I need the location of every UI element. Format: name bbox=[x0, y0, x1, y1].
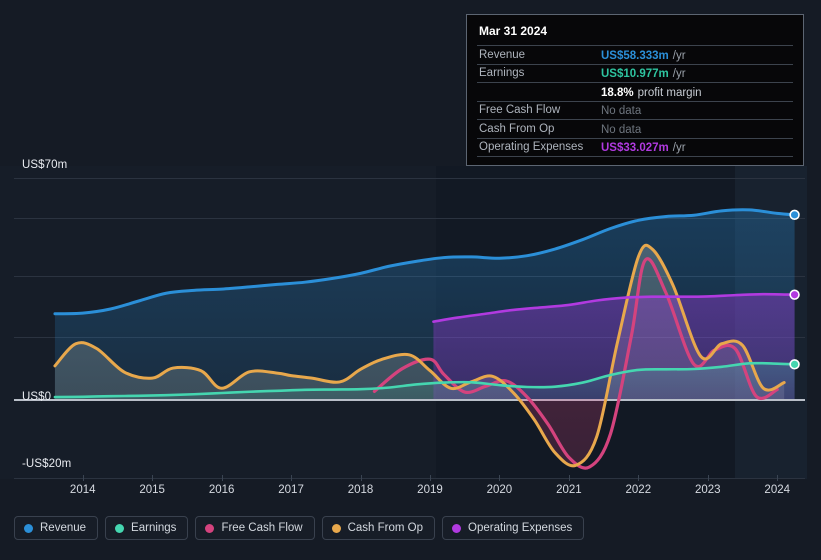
tooltip-row: Revenue US$58.333m/yr bbox=[477, 45, 793, 64]
x-axis-tick-2020: 2020 bbox=[486, 484, 513, 496]
legend-item-label: Revenue bbox=[40, 522, 87, 534]
legend-color-dot-icon bbox=[331, 523, 341, 533]
tooltip-row-value: 18.8% bbox=[601, 86, 634, 99]
x-axis-tick-2018: 2018 bbox=[347, 484, 374, 496]
x-axis-tickmark-2016 bbox=[221, 475, 223, 481]
x-axis-tick-2014: 2014 bbox=[69, 484, 96, 496]
tooltip-row-value: US$10.977m bbox=[601, 68, 669, 81]
tooltip-row-value: US$33.027m bbox=[601, 142, 669, 155]
tooltip-row-value-group: 18.8% profit margin bbox=[601, 83, 702, 101]
legend-color-dot-icon bbox=[452, 523, 462, 533]
endpoint-marker-revenue bbox=[789, 209, 800, 221]
legend-item-operating-expenses[interactable]: Operating Expenses bbox=[442, 516, 585, 540]
x-axis-tick-2024: 2024 bbox=[764, 484, 791, 496]
legend-color-dot-icon bbox=[24, 523, 33, 533]
y-axis-label-zero: US$0 bbox=[22, 391, 52, 403]
x-axis-tickmark-2014 bbox=[82, 475, 84, 481]
x-axis-tickmark-2020 bbox=[499, 475, 501, 481]
x-axis-tickmark-2018 bbox=[360, 475, 362, 481]
y-axis-label-bottom: -US$20m bbox=[22, 458, 72, 470]
legend-item-label: Earnings bbox=[131, 522, 177, 534]
tooltip-row-value-group: US$10.977m/yr bbox=[601, 64, 686, 82]
x-axis-tickmark-2024 bbox=[777, 475, 779, 481]
legend-item-label: Operating Expenses bbox=[468, 522, 573, 534]
endpoint-marker-earnings bbox=[789, 359, 800, 370]
tooltip-row-value-group: US$58.333m/yr bbox=[601, 46, 686, 64]
x-axis-tick-2017: 2017 bbox=[278, 484, 304, 496]
tooltip-row-label: Earnings bbox=[479, 67, 525, 80]
x-axis-tick-2023: 2023 bbox=[694, 484, 721, 496]
legend-item-label: Cash From Op bbox=[347, 522, 424, 534]
tooltip-date: Mar 31 2024 bbox=[479, 24, 548, 38]
x-axis-tick-2016: 2016 bbox=[208, 484, 235, 496]
tooltip-row-unit: profit margin bbox=[637, 86, 702, 99]
tooltip-row-value-group: No data bbox=[601, 101, 641, 119]
x-axis-tickmark-2021 bbox=[568, 475, 570, 481]
tooltip-row-value: No data bbox=[601, 105, 642, 118]
legend-item-revenue[interactable]: Revenue bbox=[14, 516, 99, 540]
legend-item-cash-from-op[interactable]: Cash From Op bbox=[321, 516, 436, 540]
x-axis-tick-2021: 2021 bbox=[556, 484, 582, 496]
legend-color-dot-icon bbox=[205, 523, 215, 533]
tooltip-row-value-group: No data bbox=[601, 120, 641, 138]
tooltip-row-unit: /yr bbox=[672, 49, 686, 62]
tooltip-row: Free Cash Flow No data bbox=[477, 100, 793, 120]
tooltip-row-value: US$58.333m bbox=[601, 49, 669, 62]
tooltip-rows: Revenue US$58.333m/yr Earnings US$10.977m/y… bbox=[477, 45, 793, 156]
tooltip-row-unit: /yr bbox=[672, 68, 686, 81]
x-axis-tick-2015: 2015 bbox=[139, 484, 165, 496]
tooltip-row-value: No data bbox=[601, 123, 642, 136]
x-axis-labels: 2014 2015 2016 2017 2018 2019 2020 2021 2022 2023… bbox=[0, 484, 807, 500]
tooltip-row-unit: /yr bbox=[672, 142, 686, 155]
tooltip-row: Cash From Op No data bbox=[477, 119, 793, 138]
tooltip-row-value-group: US$33.027m/yr bbox=[601, 138, 686, 156]
series-canvas bbox=[53, 208, 800, 470]
tooltip-row-label: Revenue bbox=[479, 48, 526, 61]
legend-color-dot-icon bbox=[115, 523, 125, 533]
tooltip-row-label: Operating Expenses bbox=[479, 141, 584, 154]
x-axis-tickmark-2017 bbox=[291, 475, 293, 481]
x-axis-tick-2022: 2022 bbox=[625, 484, 652, 496]
legend-item-earnings[interactable]: Earnings bbox=[105, 516, 189, 540]
plot-area bbox=[0, 166, 807, 481]
tooltip-row: Earnings US$10.977m/yr bbox=[477, 63, 793, 83]
y-axis-label-top: US$70m bbox=[22, 159, 68, 171]
x-axis-tickmark-2015 bbox=[152, 475, 154, 481]
tooltip-row: 18.8% profit margin bbox=[477, 82, 793, 101]
chart-legend[interactable]: Revenue Earnings Free Cash Flow Cash From O… bbox=[14, 516, 585, 540]
x-axis-tick-2019: 2019 bbox=[417, 484, 443, 496]
legend-item-label: Free Cash Flow bbox=[221, 522, 303, 534]
endpoint-marker-operating-expenses bbox=[789, 289, 800, 300]
tooltip-row-label: Cash From Op bbox=[479, 122, 555, 135]
tooltip-row-label: Free Cash Flow bbox=[479, 104, 561, 117]
x-axis-tickmark-2023 bbox=[707, 475, 709, 481]
tooltip-bottom-rule bbox=[477, 156, 793, 159]
tooltip-row: Operating Expenses US$33.027m/yr bbox=[477, 137, 793, 157]
x-axis-tickmark-2022 bbox=[638, 475, 640, 481]
x-axis-tickmark-2019 bbox=[429, 475, 431, 481]
data-tooltip: Mar 31 2024 Revenue US$58.333m/yr Earnings… bbox=[466, 14, 804, 166]
legend-item-free-cash-flow[interactable]: Free Cash Flow bbox=[195, 516, 315, 540]
financial-performance-chart: US$70m US$0 -US$20m 2014 2015 2016 2017 2018… bbox=[0, 0, 821, 560]
